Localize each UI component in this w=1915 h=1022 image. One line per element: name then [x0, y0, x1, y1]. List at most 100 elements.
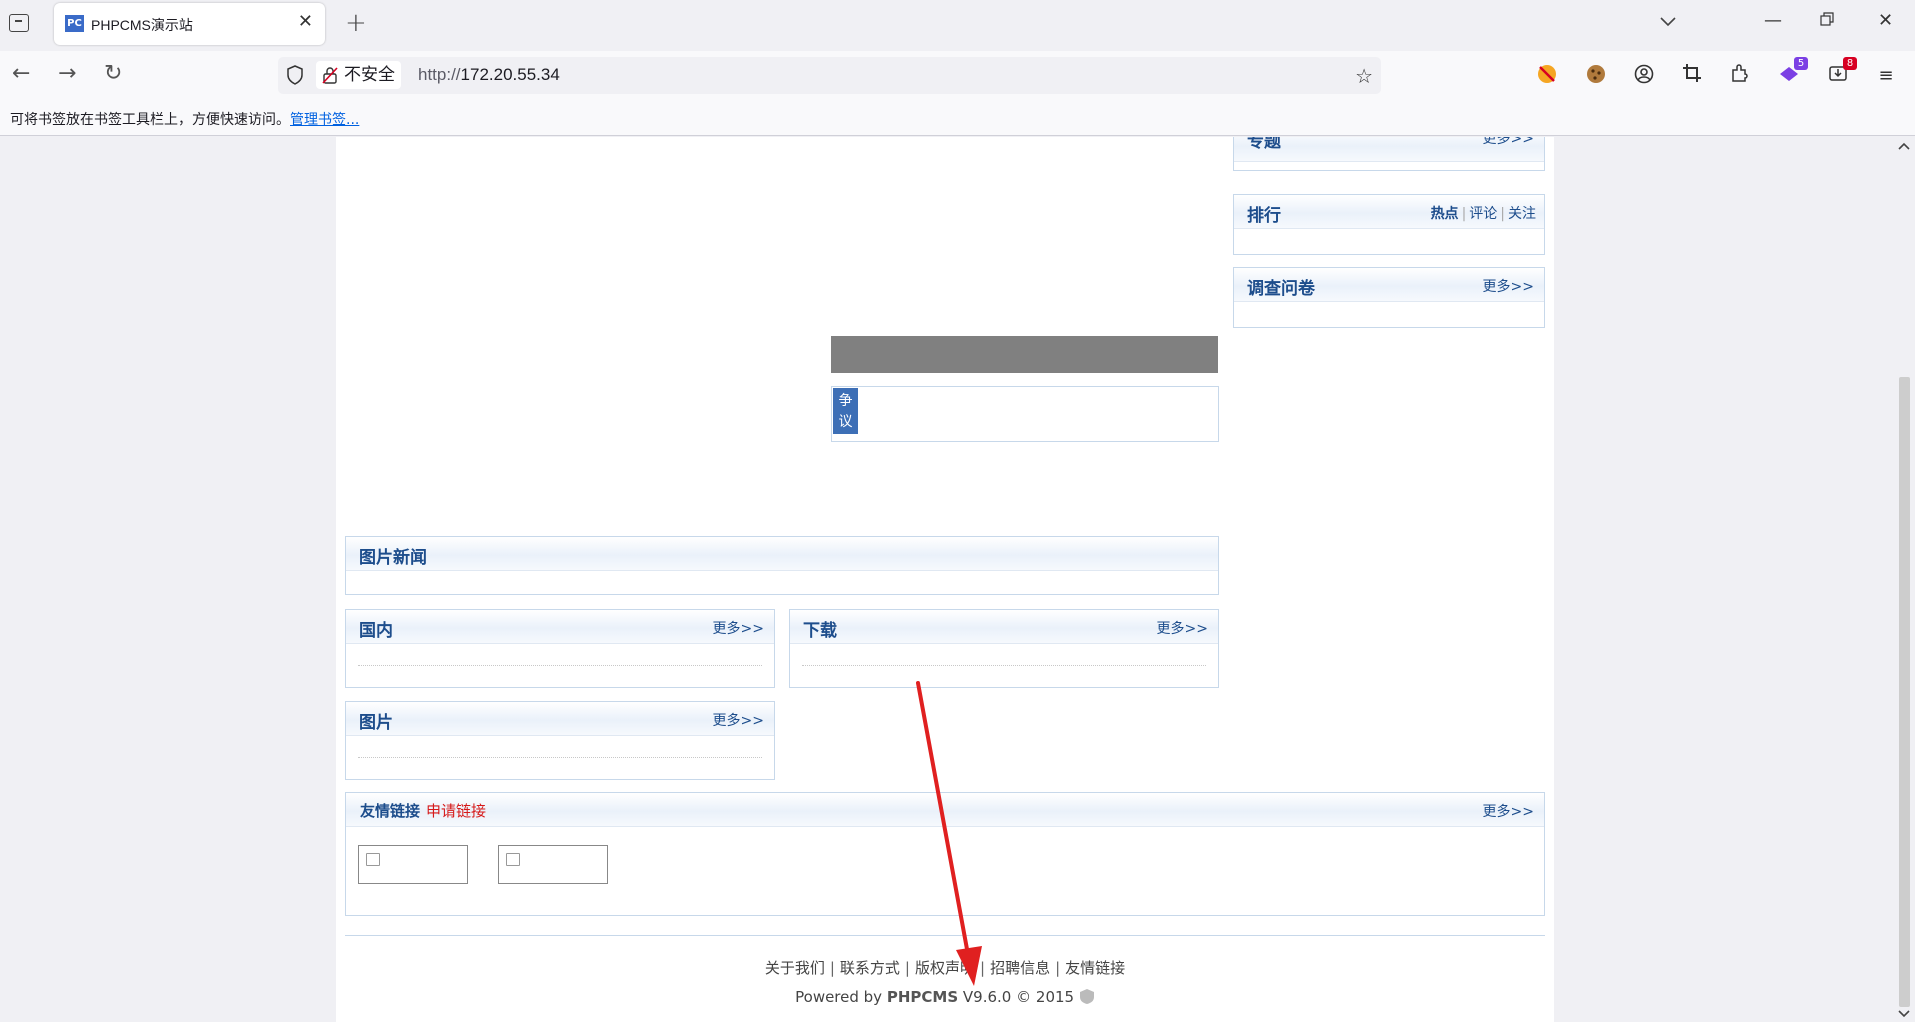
friend-links-box: 友情链接 申请链接 更多>>	[345, 792, 1545, 916]
footer-link-jobs[interactable]: 招聘信息	[990, 959, 1050, 977]
crop-screenshot-icon[interactable]	[1679, 63, 1705, 89]
bookmarks-toolbar: 可将书签放在书签工具栏上，方便快速访问。管理书签...	[0, 101, 1915, 136]
page-scrollbar[interactable]	[1894, 137, 1915, 1022]
powered-brand[interactable]: PHPCMS	[887, 988, 958, 1006]
pictures-more-link[interactable]: 更多>>	[713, 710, 764, 730]
divider: |	[904, 959, 910, 977]
rank-tab-follow[interactable]: 关注	[1508, 206, 1536, 222]
domestic-title: 国内	[359, 621, 393, 641]
download-extension-icon[interactable]: 8	[1825, 57, 1857, 89]
bookmarks-hint: 可将书签放在书签工具栏上，方便快速访问。管理书签...	[10, 109, 359, 129]
photo-news-title: 图片新闻	[359, 548, 427, 568]
minimize-button[interactable]: —	[1764, 10, 1782, 31]
blocker-extension-icon[interactable]	[1534, 63, 1560, 89]
footer-link-about[interactable]: 关于我们	[765, 959, 825, 977]
divider: |	[1461, 206, 1467, 222]
url-host: 172.20.55.34	[460, 65, 560, 84]
photo-news-box: 图片新闻	[345, 536, 1219, 595]
divider: |	[1055, 959, 1061, 977]
insecure-label: 不安全	[344, 65, 395, 84]
friend-logo-1[interactable]	[358, 845, 468, 884]
friend-logo-2[interactable]	[498, 845, 608, 884]
tab-favicon: PC	[65, 15, 84, 32]
domestic-more-link[interactable]: 更多>>	[713, 618, 764, 638]
cnzz-badge-icon[interactable]	[1079, 988, 1095, 1005]
pictures-box: 图片 更多>>	[345, 701, 775, 780]
rank-tab-comments[interactable]: 评论	[1469, 206, 1497, 222]
url-text[interactable]: http://172.20.55.34	[418, 65, 560, 85]
extension-badge-count: 5	[1794, 57, 1808, 70]
cookie-extension-icon[interactable]	[1583, 63, 1609, 89]
friend-links-title: 友情链接 申请链接	[360, 800, 486, 821]
friend-links-label: 友情链接	[360, 802, 421, 820]
apply-link[interactable]: 申请链接	[426, 802, 486, 820]
dispute-box: 争议	[831, 386, 1219, 442]
page-viewport: 专题 更多>> 排行 热点 | 评论 | 关注 调查问卷 更多>> 争议 图片新…	[0, 137, 1894, 1022]
footer-link-contact[interactable]: 联系方式	[840, 959, 900, 977]
powered-copyright: © 2015	[1016, 988, 1075, 1006]
survey-box: 调查问卷 更多>>	[1233, 267, 1545, 328]
bookmarks-hint-text: 可将书签放在书签工具栏上，方便快速访问。	[10, 112, 290, 128]
list-all-tabs-icon[interactable]	[1660, 12, 1676, 31]
topic-box: 专题 更多>>	[1233, 137, 1545, 171]
extensions-puzzle-icon[interactable]	[1727, 63, 1753, 89]
broken-image-icon	[366, 853, 380, 866]
download-box: 下载 更多>>	[789, 609, 1219, 688]
scroll-down-icon[interactable]	[1898, 1007, 1910, 1021]
navigation-toolbar: ← → ↻ 不安全 http://172.20.55.34 ☆ 5 8 ≡	[0, 51, 1915, 101]
topic-box-header: 专题 更多>>	[1234, 137, 1544, 162]
app-menu-icon[interactable]: ≡	[1873, 63, 1899, 89]
divider	[358, 665, 762, 666]
powered-version: V9.6.0	[962, 988, 1012, 1006]
url-scheme: http://	[418, 65, 461, 84]
photo-news-header: 图片新闻	[346, 537, 1218, 571]
divider: |	[1500, 206, 1505, 222]
divider	[358, 757, 762, 758]
friend-links-more-link[interactable]: 更多>>	[1483, 801, 1534, 821]
domestic-header: 国内 更多>>	[346, 610, 774, 644]
active-tab[interactable]: PC PHPCMS演示站 ✕	[54, 3, 325, 45]
bookmark-star-icon[interactable]: ☆	[1355, 64, 1373, 88]
forward-icon[interactable]: →	[58, 61, 76, 86]
close-window-button[interactable]: ✕	[1878, 10, 1893, 31]
reload-icon[interactable]: ↻	[104, 61, 122, 86]
survey-box-header: 调查问卷 更多>>	[1234, 268, 1544, 302]
connection-insecure-button[interactable]: 不安全	[316, 61, 401, 89]
domestic-box: 国内 更多>>	[345, 609, 775, 688]
rank-box-header: 排行 热点 | 评论 | 关注	[1234, 195, 1544, 229]
back-icon[interactable]: ←	[12, 61, 30, 86]
tracking-protection-icon[interactable]	[286, 65, 304, 85]
topic-title: 专题	[1247, 137, 1281, 152]
dispute-tag: 争议	[833, 388, 858, 434]
pictures-title: 图片	[359, 713, 393, 733]
footer-links: 关于我们 | 联系方式 | 版权声明 | 招聘信息 | 友情链接	[336, 957, 1554, 978]
page-container: 专题 更多>> 排行 热点 | 评论 | 关注 调查问卷 更多>> 争议 图片新…	[336, 137, 1554, 1022]
scroll-up-icon[interactable]	[1898, 139, 1910, 153]
insecure-lock-icon	[322, 67, 338, 84]
footer-link-friends[interactable]: 友情链接	[1065, 959, 1125, 977]
scroll-thumb[interactable]	[1899, 377, 1910, 1007]
footer-powered-by: Powered by PHPCMS V9.6.0 © 2015	[336, 988, 1554, 1006]
manage-bookmarks-link[interactable]: 管理书签...	[290, 112, 359, 128]
powered-prefix: Powered by	[795, 988, 883, 1006]
footer-link-copyright[interactable]: 版权声明	[915, 959, 975, 977]
topic-more-link[interactable]: 更多>>	[1483, 137, 1534, 148]
footer-divider	[345, 935, 1545, 936]
broken-image-icon	[506, 853, 520, 866]
rank-tab-hot[interactable]: 热点	[1431, 206, 1459, 222]
divider: |	[829, 959, 835, 977]
survey-more-link[interactable]: 更多>>	[1483, 276, 1534, 296]
firefox-view-icon[interactable]	[9, 14, 29, 32]
divider: |	[980, 959, 986, 977]
purple-extension-icon[interactable]: 5	[1776, 57, 1808, 89]
download-more-link[interactable]: 更多>>	[1157, 618, 1208, 638]
restore-button[interactable]	[1820, 10, 1834, 31]
new-tab-button[interactable]: +	[345, 8, 367, 38]
account-extension-icon[interactable]	[1631, 63, 1657, 89]
tab-bar: PC PHPCMS演示站 ✕ + — ✕	[0, 0, 1915, 51]
extension-badge-count: 8	[1843, 57, 1857, 70]
rank-tabs: 热点 | 评论 | 关注	[1431, 203, 1536, 223]
tab-title: PHPCMS演示站	[91, 17, 193, 33]
address-bar[interactable]: 不安全 http://172.20.55.34 ☆	[278, 57, 1381, 94]
tab-close-icon[interactable]: ✕	[298, 11, 313, 32]
